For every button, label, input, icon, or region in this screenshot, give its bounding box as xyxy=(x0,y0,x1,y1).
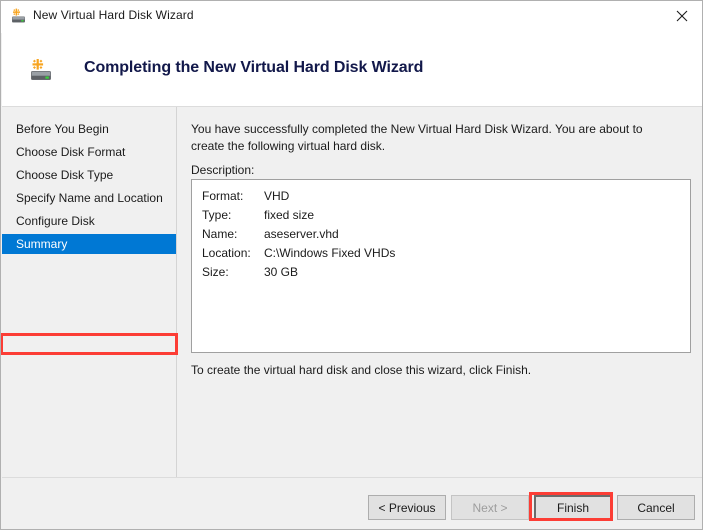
cancel-button[interactable]: Cancel xyxy=(617,495,695,520)
sidebar-item-label: Summary xyxy=(16,237,68,251)
footer-note: To create the virtual hard disk and clos… xyxy=(191,363,532,377)
wizard-steps-sidebar: Before You Begin Choose Disk Format Choo… xyxy=(2,107,177,477)
sidebar-item-label: Choose Disk Format xyxy=(16,145,126,159)
wizard-main-pane: You have successfully completed the New … xyxy=(177,107,702,477)
sidebar-item-label: Choose Disk Type xyxy=(16,168,114,182)
description-label: Description: xyxy=(191,163,255,177)
sidebar-item-configure-disk[interactable]: Configure Disk xyxy=(2,211,176,231)
table-row: Type: fixed size xyxy=(202,207,395,226)
row-key: Name: xyxy=(202,227,238,241)
button-bar: < Previous Next > Finish Cancel xyxy=(2,477,702,529)
description-box: Format: VHD Type: fixed size Name: asese… xyxy=(191,179,691,353)
finish-button[interactable]: Finish xyxy=(534,495,612,520)
table-row: Name: aseserver.vhd xyxy=(202,226,395,245)
next-button: Next > xyxy=(451,495,529,520)
intro-text: You have successfully completed the New … xyxy=(191,122,643,153)
sidebar-item-label: Configure Disk xyxy=(16,214,95,228)
close-icon[interactable] xyxy=(659,1,702,31)
row-value: aseserver.vhd xyxy=(264,227,339,241)
vhd-disk-icon xyxy=(10,8,27,25)
sidebar-item-summary[interactable]: Summary xyxy=(2,234,176,254)
sidebar-item-label: Specify Name and Location xyxy=(16,191,163,205)
table-row: Location: C:\Windows Fixed VHDs xyxy=(202,245,395,264)
row-value: 30 GB xyxy=(264,265,299,279)
sidebar-item-choose-disk-type[interactable]: Choose Disk Type xyxy=(2,165,176,185)
title-bar: New Virtual Hard Disk Wizard xyxy=(1,1,702,33)
page-title: Completing the New Virtual Hard Disk Wiz… xyxy=(84,59,424,76)
table-row: Format: VHD xyxy=(202,188,395,207)
table-row: Size: 30 GB xyxy=(202,264,395,283)
sidebar-item-before-you-begin[interactable]: Before You Begin xyxy=(2,119,176,139)
row-value: VHD xyxy=(264,189,290,203)
wizard-window: New Virtual Hard Disk Wizard Completing … xyxy=(0,0,703,530)
row-key: Format: xyxy=(202,189,244,203)
row-value: C:\Windows Fixed VHDs xyxy=(264,246,396,260)
previous-button[interactable]: < Previous xyxy=(368,495,446,520)
vhd-disk-icon xyxy=(28,58,54,84)
sidebar-item-choose-disk-format[interactable]: Choose Disk Format xyxy=(2,142,176,162)
description-table: Format: VHD Type: fixed size Name: asese… xyxy=(202,188,395,283)
row-key: Type: xyxy=(202,208,232,222)
row-key: Location: xyxy=(202,246,251,260)
wizard-header: Completing the New Virtual Hard Disk Wiz… xyxy=(2,32,702,107)
sidebar-item-specify-name-location[interactable]: Specify Name and Location xyxy=(2,188,176,208)
sidebar-item-label: Before You Begin xyxy=(16,122,109,136)
window-title: New Virtual Hard Disk Wizard xyxy=(33,8,194,22)
wizard-body: Before You Begin Choose Disk Format Choo… xyxy=(1,107,702,477)
row-value: fixed size xyxy=(264,208,315,222)
row-key: Size: xyxy=(202,265,229,279)
